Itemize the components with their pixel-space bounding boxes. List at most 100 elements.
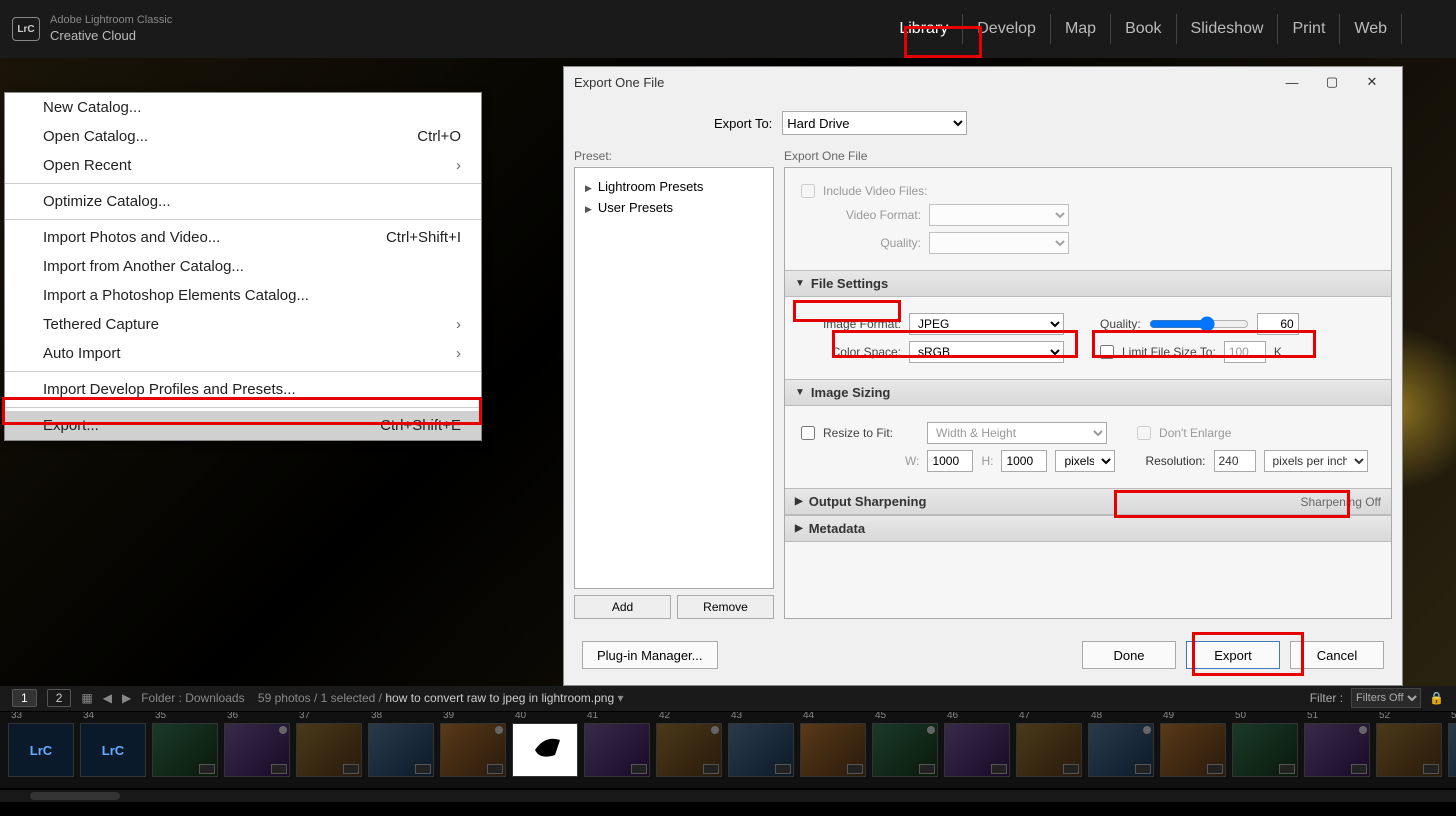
filmstrip[interactable]: 33LrC34LrC353637383940414243444546474849…: [0, 712, 1456, 788]
thumbnail[interactable]: 50: [1232, 723, 1298, 777]
thumbnail[interactable]: 38: [368, 723, 434, 777]
output-sharpening-header[interactable]: ▶Output SharpeningSharpening Off: [785, 488, 1391, 515]
preset-label: Preset:: [574, 149, 774, 163]
export-button[interactable]: Export: [1186, 641, 1280, 669]
height-input[interactable]: [1001, 450, 1047, 472]
limit-filesize-label: Limit File Size To:: [1122, 345, 1216, 359]
preset-user[interactable]: User Presets: [585, 197, 763, 218]
preset-lightroom[interactable]: Lightroom Presets: [585, 176, 763, 197]
size-unit-select[interactable]: pixels: [1055, 450, 1115, 472]
filter-label: Filter :: [1310, 691, 1343, 705]
export-to-row: Export To: Hard Drive: [564, 97, 1402, 149]
menu-item[interactable]: Auto Import›: [5, 339, 481, 368]
limit-filesize-checkbox[interactable]: [1100, 345, 1114, 359]
module-develop[interactable]: Develop: [963, 14, 1051, 44]
export-to-label: Export To:: [714, 116, 772, 131]
dialog-titlebar: Export One File — ▢ ✕: [564, 67, 1402, 97]
preset-list[interactable]: Lightroom Presets User Presets: [574, 167, 774, 589]
limit-unit: K: [1274, 345, 1282, 359]
photo-count: 59 photos / 1 selected /: [258, 691, 382, 705]
dialog-footer: Plug-in Manager... Done Export Cancel: [564, 625, 1402, 685]
menu-item[interactable]: New Catalog...: [5, 93, 481, 122]
resize-fit-label: Resize to Fit:: [823, 426, 893, 440]
thumbnail[interactable]: 53: [1448, 723, 1456, 777]
app-title: Adobe Lightroom Classic Creative Cloud: [50, 13, 172, 44]
menu-item[interactable]: Tethered Capture›: [5, 310, 481, 339]
height-label: H:: [981, 454, 993, 468]
quality-slider[interactable]: [1149, 316, 1249, 332]
menu-item[interactable]: Open Recent›: [5, 151, 481, 180]
menu-item[interactable]: Import from Another Catalog...: [5, 252, 481, 281]
module-web[interactable]: Web: [1340, 14, 1402, 44]
cloud-sync-icon[interactable]: [1416, 22, 1444, 36]
thumbnail[interactable]: 39: [440, 723, 506, 777]
quality-input[interactable]: [1257, 313, 1299, 335]
thumbnail[interactable]: 34LrC: [80, 723, 146, 777]
image-format-label: Image Format:: [801, 317, 901, 331]
minimize-button[interactable]: —: [1272, 75, 1312, 90]
video-format-label: Video Format:: [801, 208, 921, 222]
file-settings-header[interactable]: ▼File Settings: [785, 270, 1391, 297]
thumbnail[interactable]: 35: [152, 723, 218, 777]
metadata-header[interactable]: ▶Metadata: [785, 515, 1391, 542]
thumbnail[interactable]: 46: [944, 723, 1010, 777]
preset-remove-button[interactable]: Remove: [677, 595, 774, 619]
thumbnail[interactable]: 33LrC: [8, 723, 74, 777]
thumbnail[interactable]: 40: [512, 723, 578, 777]
menu-item[interactable]: Export...Ctrl+Shift+E: [5, 411, 481, 440]
thumbnail[interactable]: 51: [1304, 723, 1370, 777]
thumbnail[interactable]: 47: [1016, 723, 1082, 777]
module-map[interactable]: Map: [1051, 14, 1111, 44]
maximize-button[interactable]: ▢: [1312, 74, 1352, 90]
thumbnail[interactable]: 44: [800, 723, 866, 777]
done-button[interactable]: Done: [1082, 641, 1176, 669]
filter-select[interactable]: Filters Off: [1351, 688, 1421, 708]
thumbnail[interactable]: 41: [584, 723, 650, 777]
resize-fit-checkbox[interactable]: [801, 426, 815, 440]
selected-filename: how to convert raw to jpeg in lightroom.…: [385, 691, 614, 705]
thumbnail[interactable]: 37: [296, 723, 362, 777]
settings-panel[interactable]: Include Video Files: Video Format: Quali…: [784, 167, 1392, 619]
view-badge-1[interactable]: 1: [12, 689, 37, 707]
thumbnail[interactable]: 36: [224, 723, 290, 777]
view-badge-2[interactable]: 2: [47, 689, 72, 707]
module-book[interactable]: Book: [1111, 14, 1176, 44]
preset-add-button[interactable]: Add: [574, 595, 671, 619]
resolution-input[interactable]: [1214, 450, 1256, 472]
menu-item[interactable]: Import Photos and Video...Ctrl+Shift+I: [5, 223, 481, 252]
limit-filesize-input[interactable]: [1224, 341, 1266, 363]
thumbnail[interactable]: 49: [1160, 723, 1226, 777]
color-space-select[interactable]: sRGB: [909, 341, 1064, 363]
width-input[interactable]: [927, 450, 973, 472]
nav-back-icon[interactable]: ◀: [103, 691, 112, 705]
image-sizing-header[interactable]: ▼Image Sizing: [785, 379, 1391, 406]
resize-mode-select[interactable]: Width & Height: [927, 422, 1107, 444]
app-subtitle: Creative Cloud: [50, 28, 172, 45]
export-to-select[interactable]: Hard Drive: [782, 111, 967, 135]
filmstrip-scrollbar[interactable]: [0, 790, 1456, 802]
thumbnail[interactable]: 42: [656, 723, 722, 777]
close-button[interactable]: ✕: [1352, 74, 1392, 90]
thumbnail[interactable]: 43: [728, 723, 794, 777]
folder-path: Folder : Downloads 59 photos / 1 selecte…: [141, 691, 623, 705]
menu-item[interactable]: Import Develop Profiles and Presets...: [5, 375, 481, 404]
export-dialog: Export One File — ▢ ✕ Export To: Hard Dr…: [563, 66, 1403, 686]
sharpen-note: Sharpening Off: [1300, 495, 1381, 509]
resolution-unit-select[interactable]: pixels per inch: [1264, 450, 1368, 472]
cancel-button[interactable]: Cancel: [1290, 641, 1384, 669]
grid-icon[interactable]: ▦: [81, 691, 92, 705]
metadata-title: Metadata: [809, 521, 865, 536]
module-library[interactable]: Library: [885, 14, 963, 44]
thumbnail[interactable]: 48: [1088, 723, 1154, 777]
module-print[interactable]: Print: [1278, 14, 1340, 44]
nav-fwd-icon[interactable]: ▶: [122, 691, 131, 705]
menu-item[interactable]: Optimize Catalog...: [5, 187, 481, 216]
image-format-select[interactable]: JPEG: [909, 313, 1064, 335]
thumbnail[interactable]: 45: [872, 723, 938, 777]
filter-lock-icon[interactable]: 🔒: [1429, 691, 1444, 705]
thumbnail[interactable]: 52: [1376, 723, 1442, 777]
menu-item[interactable]: Import a Photoshop Elements Catalog...: [5, 281, 481, 310]
menu-item[interactable]: Open Catalog...Ctrl+O: [5, 122, 481, 151]
plugin-manager-button[interactable]: Plug-in Manager...: [582, 641, 718, 669]
module-slideshow[interactable]: Slideshow: [1177, 14, 1279, 44]
